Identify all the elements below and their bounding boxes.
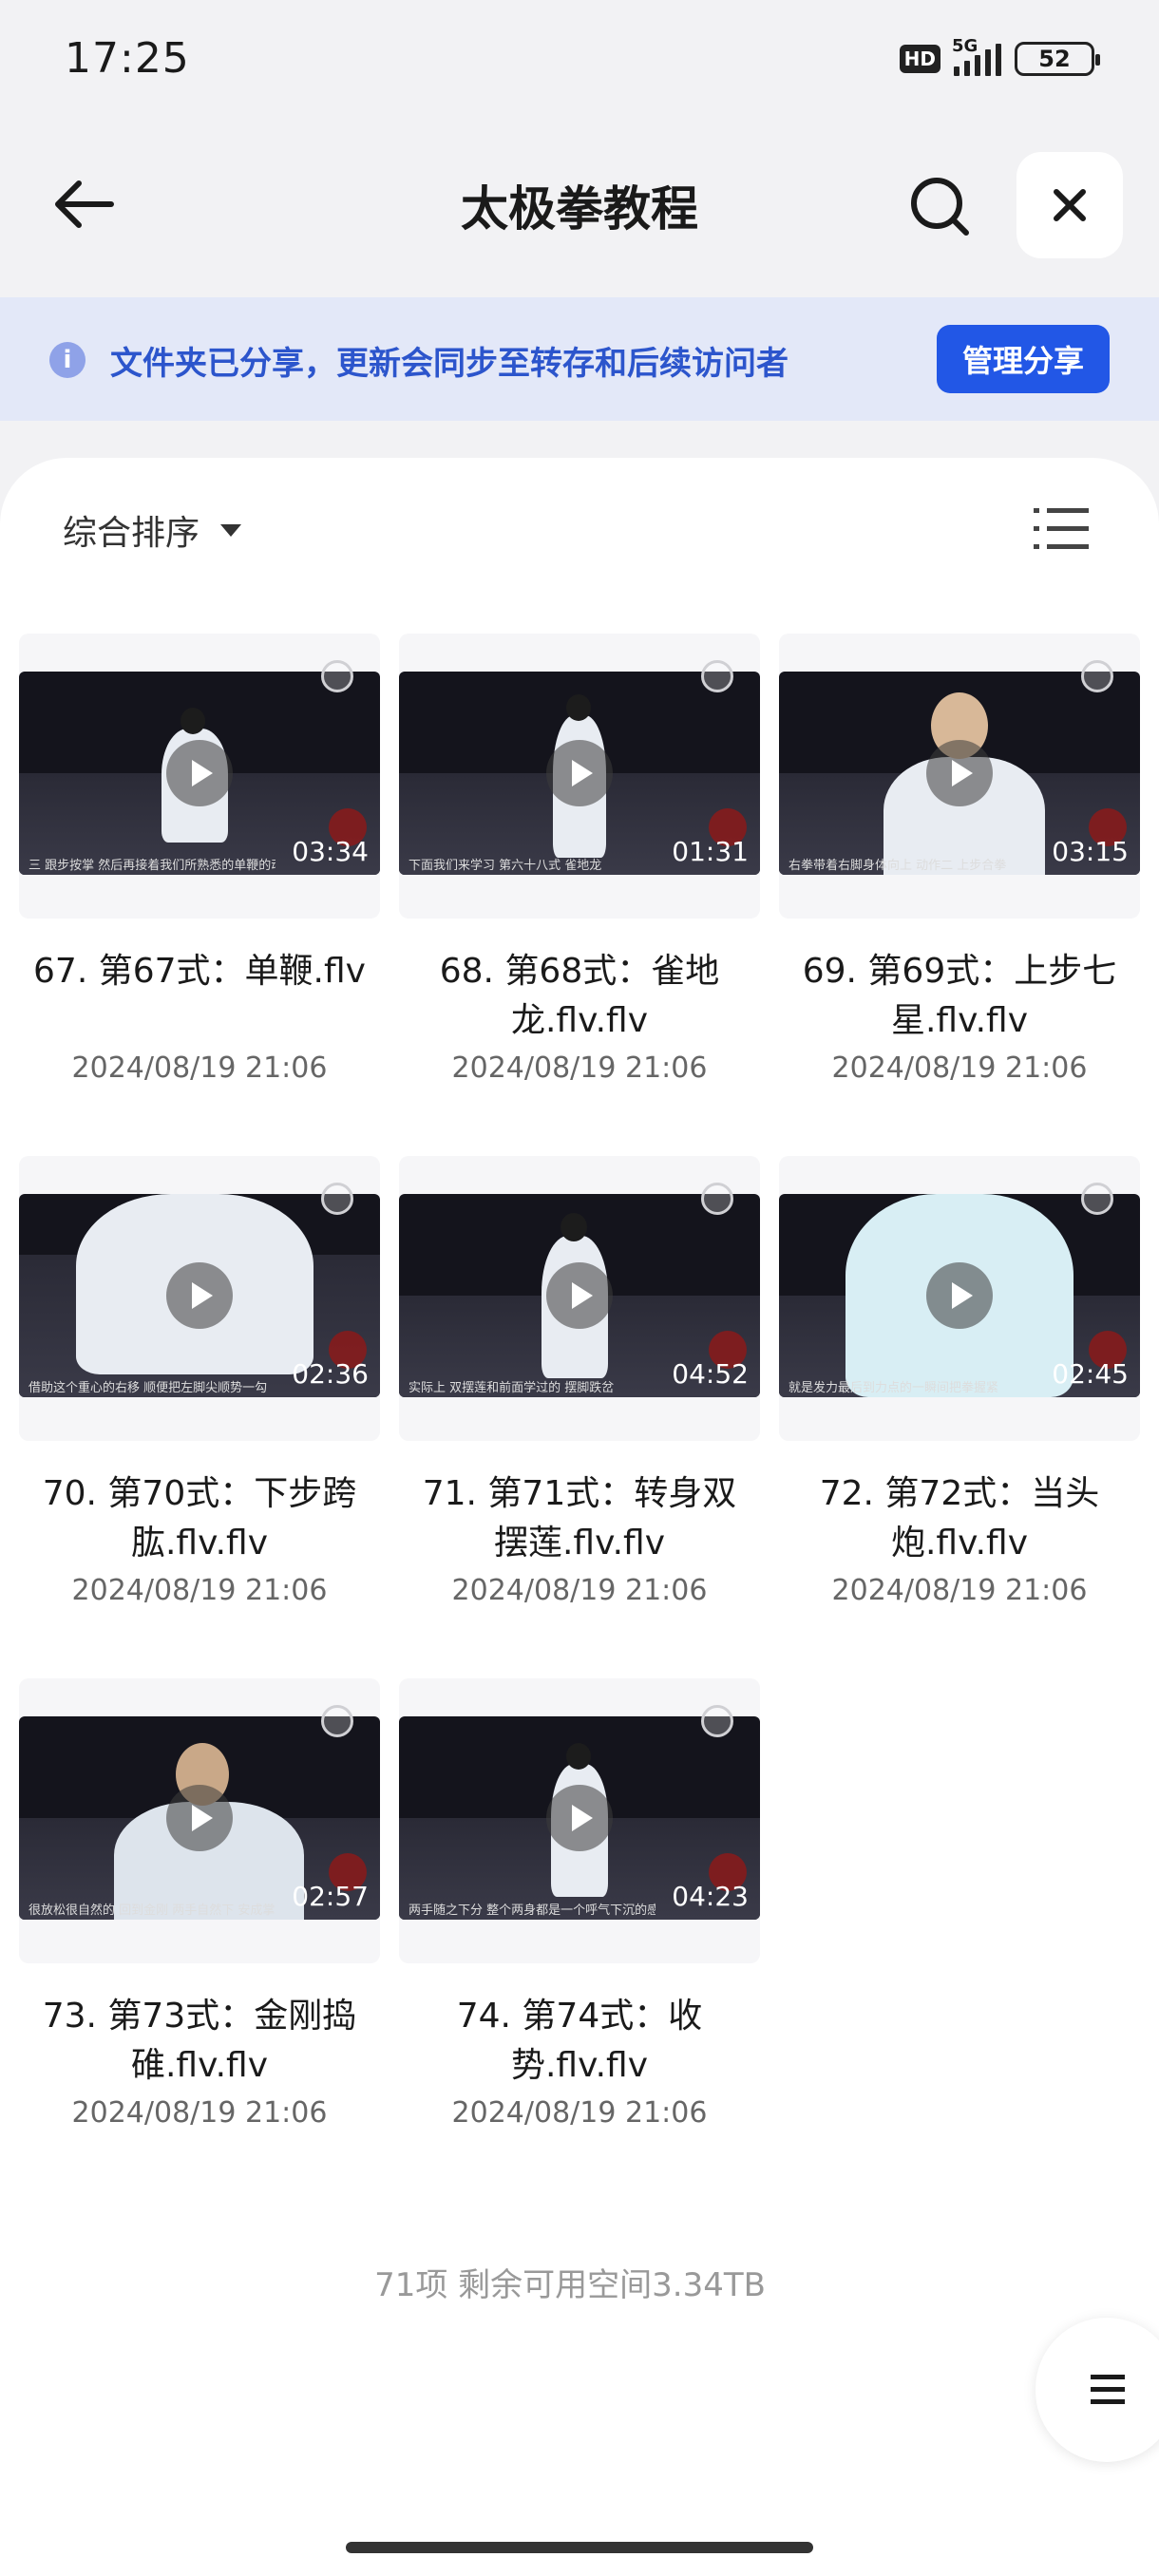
video-caption: 借助这个重心的右移 顺便把左脚尖顺势一勾 [28,1381,268,1395]
select-checkbox[interactable] [1081,660,1113,692]
play-icon [546,1785,613,1851]
file-name: 71. 第71式：转身双摆莲.flv.flv [422,1474,737,1563]
battery-level: 52 [1038,46,1071,72]
sort-label: 综合排序 [63,514,200,553]
status-bar: 17:25 HD 5G 52 [0,0,1159,123]
video-caption: 很放松很自然的 回到金刚 两手自然下 安成掌 [28,1904,276,1918]
file-name: 73. 第73式：金刚捣碓.flv.flv [42,1997,357,2085]
play-icon [926,740,993,806]
play-icon [546,740,613,806]
video-duration: 03:15 [1052,836,1129,867]
video-thumbnail: 右拳带着右脚身体向上 动作二 上步合拳 03:15 [779,672,1140,875]
video-duration: 03:34 [292,836,369,867]
video-caption: 就是发力最后到力点的一瞬间把拳握紧 [788,1381,999,1395]
thumbnail-frame: 下面我们来学习 第六十八式 雀地龙 01:31 [399,634,760,919]
file-date: 2024/08/19 21:06 [71,1574,328,1607]
video-thumbnail: 下面我们来学习 第六十八式 雀地龙 01:31 [399,672,760,875]
video-thumbnail: 借助这个重心的右移 顺便把左脚尖顺势一勾 02:36 [19,1194,380,1397]
file-date: 2024/08/19 21:06 [451,1574,708,1607]
close-button[interactable] [1016,152,1123,258]
share-notice-text: 文件夹已分享，更新会同步至转存和后续访问者 [110,345,788,383]
play-icon [166,740,233,806]
menu-icon [1091,2375,1125,2404]
select-checkbox[interactable] [701,660,733,692]
info-icon: i [49,342,86,378]
hd-badge: HD [899,45,940,73]
select-checkbox[interactable] [701,1183,733,1215]
select-checkbox[interactable] [321,1705,353,1737]
file-name: 72. 第72式：当头炮.flv.flv [819,1474,1100,1563]
share-banner: i 文件夹已分享，更新会同步至转存和后续访问者 管理分享 [0,297,1159,421]
file-date: 2024/08/19 21:06 [451,2096,708,2130]
file-name: 68. 第68式：雀地龙.flv.flv [439,952,720,1040]
video-caption: 右拳带着右脚身体向上 动作二 上步合拳 [788,859,1007,873]
video-caption: 下面我们来学习 第六十八式 雀地龙 [408,859,602,873]
video-caption: 三 跟步按掌 然后再接着我们所熟悉的单鞭的动作 [28,859,276,873]
video-duration: 04:52 [672,1358,749,1390]
video-duration: 04:23 [672,1881,749,1912]
list-view-toggle[interactable] [1034,505,1091,553]
manage-share-button[interactable]: 管理分享 [937,325,1110,393]
status-icons: HD 5G 52 [899,36,1100,76]
caret-down-icon [220,523,242,537]
play-icon [166,1262,233,1329]
battery-icon: 52 [1015,42,1100,76]
file-date: 2024/08/19 21:06 [71,2096,328,2130]
video-thumbnail: 三 跟步按掌 然后再接着我们所熟悉的单鞭的动作 03:34 [19,672,380,875]
video-duration: 02:45 [1052,1358,1129,1390]
select-checkbox[interactable] [701,1705,733,1737]
file-date: 2024/08/19 21:06 [831,1574,1088,1607]
page-title: 太极拳教程 [461,181,698,237]
sort-dropdown[interactable]: 综合排序 [63,505,242,555]
search-button[interactable] [902,169,978,245]
nav-bar: 太极拳教程 [0,142,1159,266]
thumbnail-frame: 就是发力最后到力点的一瞬间把拳握紧 02:45 [779,1156,1140,1441]
thumbnail-frame: 很放松很自然的 回到金刚 两手自然下 安成掌 02:57 [19,1678,380,1963]
video-duration: 02:57 [292,1881,369,1912]
file-date: 2024/08/19 21:06 [71,1051,328,1085]
thumbnail-frame: 实际上 双摆莲和前面学过的 摆脚跌岔 04:52 [399,1156,760,1441]
thumbnail-frame: 三 跟步按掌 然后再接着我们所熟悉的单鞭的动作 03:34 [19,634,380,919]
thumbnail-frame: 右拳带着右脚身体向上 动作二 上步合拳 03:15 [779,634,1140,919]
home-indicator[interactable] [346,2542,813,2553]
file-date: 2024/08/19 21:06 [451,1051,708,1085]
play-icon [166,1785,233,1851]
file-name: 69. 第69式：上步七星.flv.flv [802,952,1117,1040]
select-checkbox[interactable] [1081,1183,1113,1215]
select-checkbox[interactable] [321,660,353,692]
file-name: 74. 第74式：收势.flv.flv [456,1997,703,2085]
select-checkbox[interactable] [321,1183,353,1215]
file-name: 67. 第67式：单鞭.flv [33,952,366,991]
play-icon [546,1262,613,1329]
status-time: 17:25 [65,34,190,83]
file-date: 2024/08/19 21:06 [831,1051,1088,1085]
file-name: 70. 第70式：下步跨肱.flv.flv [42,1474,357,1563]
video-duration: 01:31 [672,836,749,867]
list-icon [1034,508,1089,549]
file-list-panel: 综合排序 三 跟步按掌 然后再接着我们所熟悉的单鞭的动作 03:34 67. 第… [0,458,1159,2576]
video-caption: 实际上 双摆莲和前面学过的 摆脚跌岔 [408,1381,615,1395]
storage-summary: 71项 剩余可用空间3.34TB [374,2266,766,2304]
video-thumbnail: 很放松很自然的 回到金刚 两手自然下 安成掌 02:57 [19,1716,380,1920]
thumbnail-frame: 借助这个重心的右移 顺便把左脚尖顺势一勾 02:36 [19,1156,380,1441]
thumbnail-frame: 两手随之下分 整个两身都是一个呼气下沉的感觉 04:23 [399,1678,760,1963]
video-thumbnail: 实际上 双摆莲和前面学过的 摆脚跌岔 04:52 [399,1194,760,1397]
network-type: 5G [952,36,978,56]
signal-icon: 5G [952,36,1001,76]
search-icon [911,178,969,236]
video-thumbnail: 就是发力最后到力点的一瞬间把拳握紧 02:45 [779,1194,1140,1397]
video-caption: 两手随之下分 整个两身都是一个呼气下沉的感觉 [408,1904,656,1918]
play-icon [926,1262,993,1329]
video-thumbnail: 两手随之下分 整个两身都是一个呼气下沉的感觉 04:23 [399,1716,760,1920]
video-duration: 02:36 [292,1358,369,1390]
close-icon [1054,189,1086,221]
